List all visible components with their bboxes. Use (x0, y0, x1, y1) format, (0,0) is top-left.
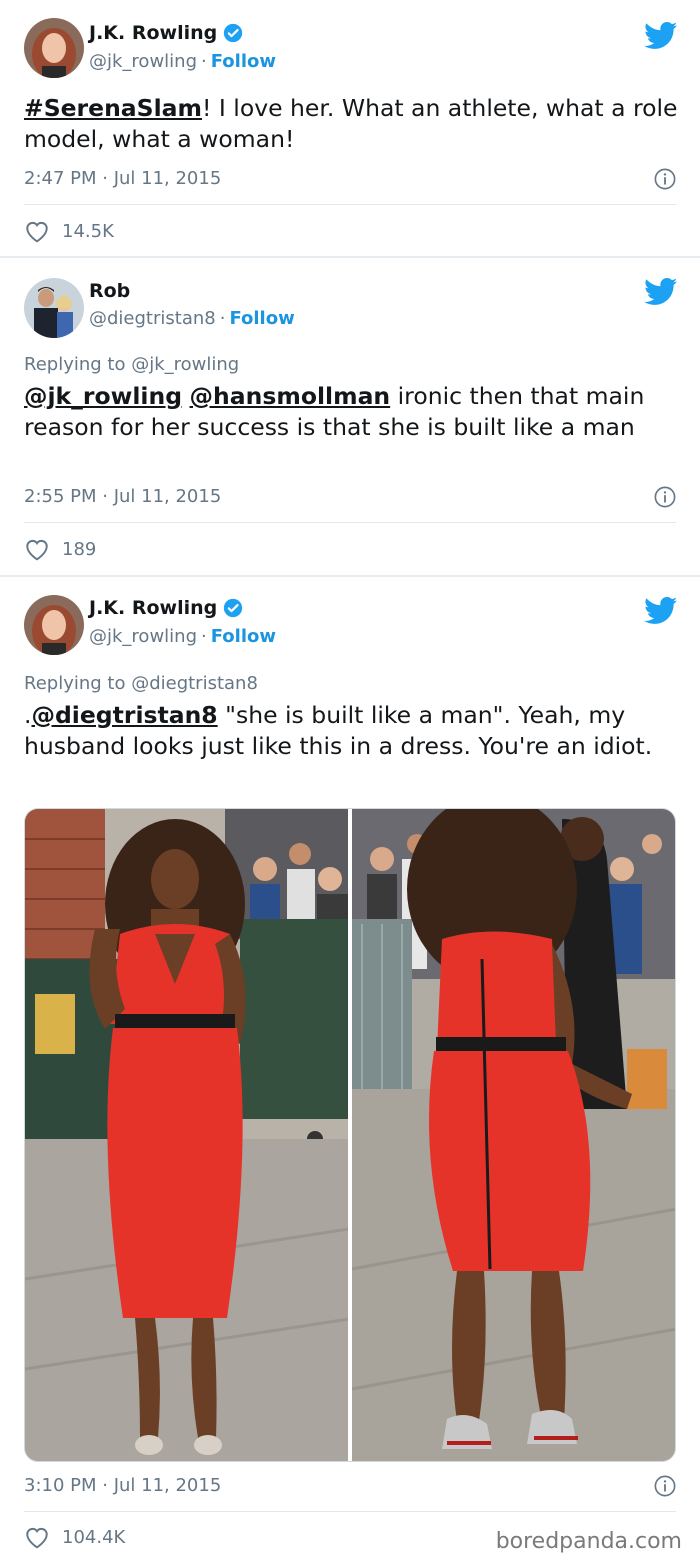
like-count: 189 (62, 538, 97, 560)
timestamp[interactable]: 3:10 PM · Jul 11, 2015 (24, 1475, 221, 1496)
timestamp[interactable]: 2:55 PM · Jul 11, 2015 (24, 486, 221, 507)
user-handle[interactable]: @jk_rowling (89, 51, 197, 72)
info-icon[interactable] (654, 486, 676, 508)
replying-to[interactable]: Replying to @jk_rowling (24, 354, 239, 375)
tweet-text: #SerenaSlam! I love her. What an athlete… (24, 93, 684, 155)
avatar[interactable] (24, 278, 84, 338)
info-icon[interactable] (654, 1475, 676, 1497)
avatar[interactable] (24, 595, 84, 655)
photo-back[interactable] (352, 809, 675, 1461)
twitter-bird-icon[interactable] (644, 597, 678, 625)
twitter-bird-icon[interactable] (644, 278, 678, 306)
watermark: boredpanda.com (495, 1529, 682, 1554)
mention-link[interactable]: @diegtristan8 (31, 701, 217, 729)
divider (24, 522, 676, 523)
tweet-2: Rob @diegtristan8 · Follow Replying to @jk… (0, 258, 700, 574)
user-handle[interactable]: @diegtristan8 (89, 308, 216, 329)
user-name[interactable]: J.K. Rowling (89, 597, 217, 619)
divider (24, 1511, 676, 1512)
separator-dot: · (219, 308, 226, 329)
like-button[interactable]: 14.5K (24, 219, 114, 243)
user-handle[interactable]: @jk_rowling (89, 626, 197, 647)
follow-button[interactable]: Follow (229, 308, 294, 329)
like-button[interactable]: 189 (24, 537, 96, 561)
like-count: 104.4K (62, 1526, 126, 1548)
user-name[interactable]: J.K. Rowling (89, 22, 217, 44)
hashtag-link[interactable]: #SerenaSlam (24, 94, 202, 122)
mention-link[interactable]: @hansmollman (190, 382, 391, 410)
separator-dot: · (201, 626, 207, 647)
like-button[interactable]: 104.4K (24, 1525, 125, 1549)
avatar[interactable] (24, 18, 84, 78)
tweet-media[interactable] (24, 808, 676, 1462)
tweet-text: .@diegtristan8 "she is built like a man"… (24, 700, 684, 762)
follow-button[interactable]: Follow (211, 51, 276, 72)
photo-front[interactable] (25, 809, 348, 1461)
twitter-bird-icon[interactable] (644, 22, 678, 50)
verified-badge-icon (223, 598, 243, 618)
follow-button[interactable]: Follow (211, 626, 276, 647)
heart-icon (26, 539, 48, 561)
verified-badge-icon (223, 23, 243, 43)
replying-to[interactable]: Replying to @diegtristan8 (24, 673, 258, 694)
tweet-text: @jk_rowling @hansmollman ironic then tha… (24, 381, 684, 443)
separator-dot: · (201, 51, 207, 72)
user-name[interactable]: Rob (89, 280, 130, 302)
heart-icon (26, 1527, 48, 1549)
divider (24, 204, 676, 205)
mention-link[interactable]: @jk_rowling (24, 382, 182, 410)
heart-icon (26, 221, 48, 243)
info-icon[interactable] (654, 168, 676, 190)
timestamp[interactable]: 2:47 PM · Jul 11, 2015 (24, 168, 221, 189)
tweet-1: J.K. Rowling @jk_rowling · Follow #SerenaS… (0, 0, 700, 256)
like-count: 14.5K (62, 220, 114, 242)
